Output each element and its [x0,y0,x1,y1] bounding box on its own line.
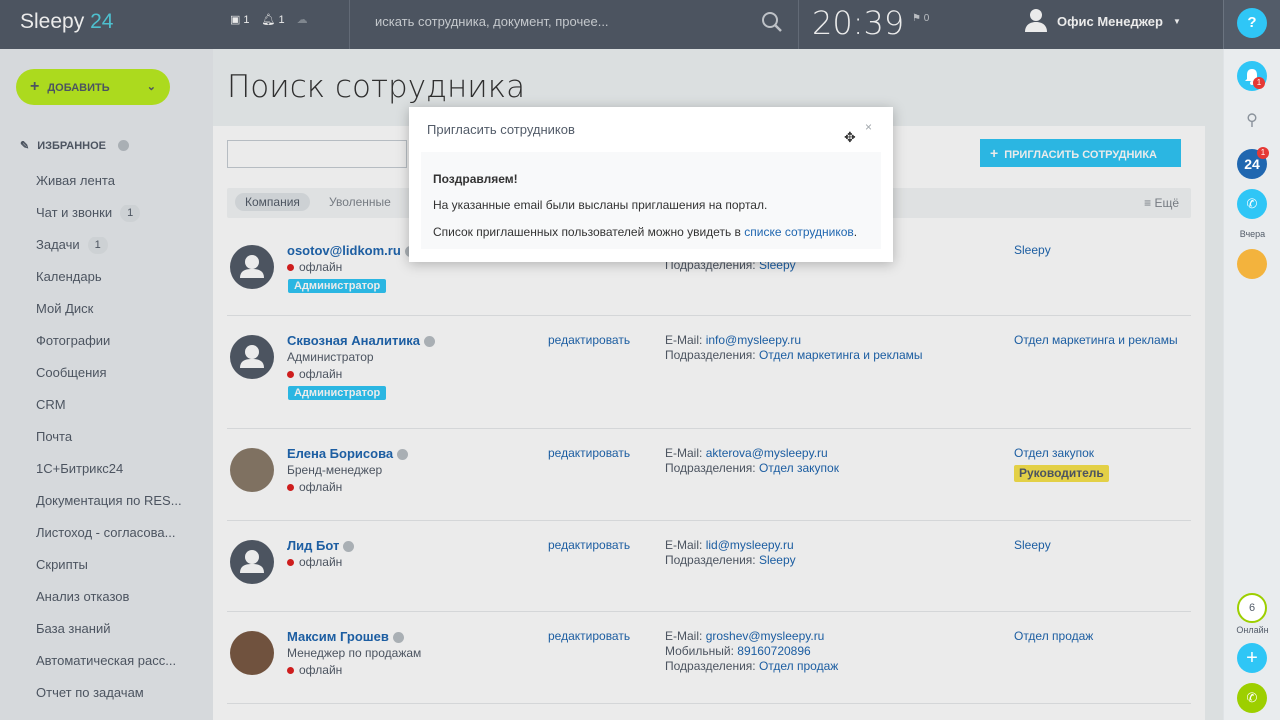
congrats-text: Поздравляем! [433,172,518,186]
invite-list-prefix: Список приглашенных пользователей можно … [433,225,745,239]
move-icon[interactable]: ✥ [844,129,856,146]
divider [1223,0,1224,49]
call-button[interactable]: ✆ [1237,683,1267,713]
search-icon[interactable]: ⚲ [1237,106,1267,136]
help-button[interactable]: ? [1237,8,1267,38]
add-chat-button[interactable]: + [1237,643,1267,673]
close-button[interactable]: × [865,120,872,134]
right-sidebar: 1 ⚲ 24 1 ✆ Вчера 6 Онлайн + ✆ [1223,49,1280,720]
invite-list-text: Список приглашенных пользователей можно … [433,225,857,239]
contact-avatar[interactable] [1237,249,1267,279]
notif-badge: 1 [1253,77,1265,89]
online-counter[interactable]: 6 [1237,593,1267,623]
phone-icon[interactable]: ✆ [1237,189,1267,219]
online-label: Онлайн [1236,625,1269,635]
employee-list-link[interactable]: списке сотрудников [744,225,854,239]
invite-dialog: Пригласить сотрудников ✥ × Поздравляем! … [409,107,893,262]
invite-list-suffix: . [853,225,858,239]
yesterday-label: Вчера [1239,229,1266,239]
invite-sent-text: На указанные email были высланы приглаше… [433,198,768,212]
dialog-title: Пригласить сотрудников [427,122,575,137]
dialog-body: Поздравляем! На указанные email были выс… [421,152,881,249]
b24-badge: 1 [1257,147,1269,159]
